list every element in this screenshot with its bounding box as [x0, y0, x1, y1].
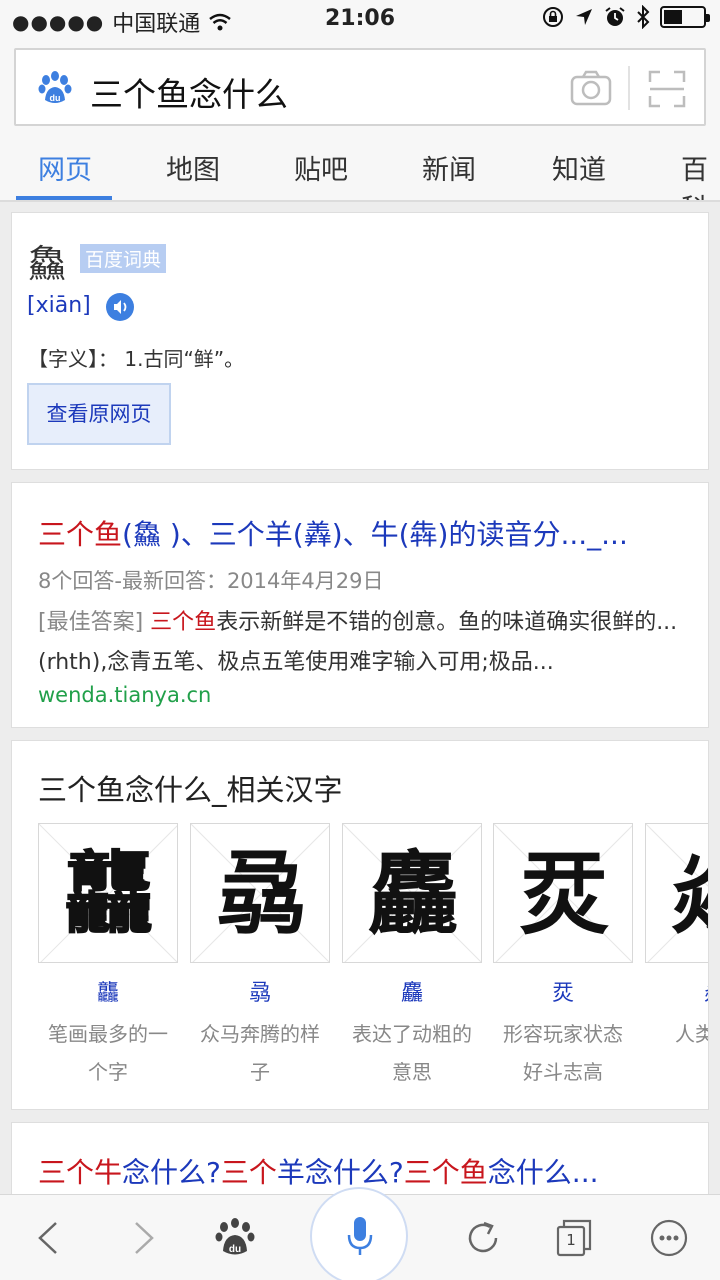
- character-image[interactable]: 麤: [342, 823, 482, 963]
- character-link[interactable]: 焱: [645, 975, 708, 1007]
- related-character-item[interactable]: 龘龘笔画最多的一个字: [38, 823, 178, 1091]
- character-link[interactable]: 骉: [190, 975, 330, 1007]
- character-description: 表达了动粗的意思: [352, 1022, 472, 1084]
- related-title: 三个鱼念什么_相关汉字: [38, 773, 343, 807]
- character-image[interactable]: 焱: [645, 823, 708, 963]
- back-icon[interactable]: [26, 1215, 72, 1261]
- result-title-link[interactable]: 三个鱼(鱻 )、三个羊(羴)、牛(犇)的读音分..._...: [38, 513, 688, 553]
- character-description: 形容玩家状态好斗志高: [503, 1022, 623, 1084]
- related-character-item[interactable]: 烎烎形容玩家状态好斗志高: [493, 823, 633, 1091]
- character-description: 笔画最多的一个字: [48, 1022, 168, 1084]
- bottom-toolbar: du 1: [0, 1187, 720, 1280]
- character-glyph: 焱: [646, 824, 708, 962]
- dict-source-tag[interactable]: 百度词典: [80, 244, 167, 273]
- search-divider: [628, 66, 630, 110]
- tab-baike[interactable]: 百科: [681, 148, 720, 200]
- camera-icon[interactable]: [570, 70, 612, 106]
- svg-text:du: du: [229, 1244, 241, 1255]
- dict-meaning: 【字义】： 1.古同“鲜”。: [28, 347, 245, 371]
- home-icon[interactable]: du: [212, 1215, 258, 1261]
- location-icon: [576, 9, 592, 25]
- search-box[interactable]: du 三个鱼念什么: [14, 48, 706, 126]
- tab-web[interactable]: 网页: [38, 148, 92, 187]
- related-character-item[interactable]: 焱焱人类火之: [645, 823, 708, 1053]
- character-image[interactable]: 骉: [190, 823, 330, 963]
- battery-icon: [660, 6, 710, 28]
- title-segment: 三个牛: [38, 1156, 123, 1189]
- dict-character: 鱻: [28, 242, 67, 286]
- character-description: 人类火之: [675, 1022, 708, 1046]
- result-snippet: [最佳答案] 三个鱼表示新鲜是不错的创意。鱼的味道确实很鲜的...(rhth),…: [38, 610, 678, 675]
- speaker-icon[interactable]: [106, 293, 134, 321]
- character-glyph: 骉: [216, 841, 306, 947]
- forward-icon[interactable]: [120, 1215, 166, 1261]
- character-description: 众马奔腾的样子: [200, 1022, 320, 1084]
- character-link[interactable]: 龘: [38, 975, 178, 1007]
- title-segment: 念什么?: [122, 1156, 221, 1189]
- alarm-icon: [605, 7, 625, 26]
- result-title-link[interactable]: 三个牛念什么?三个羊念什么?三个鱼念什么...: [38, 1151, 688, 1191]
- character-link[interactable]: 烎: [493, 975, 633, 1007]
- related-characters-card: 三个鱼念什么_相关汉字 龘龘笔画最多的一个字骉骉众马奔腾的样子麤麤表达了动粗的意…: [11, 740, 709, 1110]
- title-segment: 羊念什么?: [276, 1156, 404, 1189]
- scan-icon[interactable]: [648, 70, 686, 108]
- character-glyph: 烎: [519, 841, 609, 947]
- dictionary-card: 鱻 百度词典 [xiān] 【字义】： 1.古同“鲜”。 查看原网页: [11, 212, 709, 470]
- result-url: wenda.tianya.cn: [38, 683, 212, 707]
- mic-icon: [347, 1217, 373, 1255]
- character-image[interactable]: 烎: [493, 823, 633, 963]
- related-character-item[interactable]: 骉骉众马奔腾的样子: [190, 823, 330, 1091]
- tab-tieba[interactable]: 贴吧: [294, 148, 348, 187]
- title-segment: 念什么...: [487, 1156, 599, 1189]
- view-original-button[interactable]: 查看原网页: [27, 383, 171, 445]
- active-tab-indicator: [16, 196, 112, 200]
- search-result-card: 三个鱼(鱻 )、三个羊(羴)、牛(犇)的读音分..._... 8个回答-最新回答…: [11, 482, 709, 728]
- title-segment: 三个: [220, 1156, 277, 1189]
- category-tabs: 网页 地图 贴吧 新闻 知道 百科: [0, 134, 720, 202]
- character-glyph: 麤: [368, 841, 458, 947]
- character-image[interactable]: 龘: [38, 823, 178, 963]
- title-segment: 三个鱼: [403, 1156, 488, 1189]
- character-glyph: 龘: [64, 841, 154, 947]
- voice-search-button[interactable]: [310, 1187, 408, 1280]
- tab-news[interactable]: 新闻: [422, 148, 476, 187]
- result-meta: 8个回答-最新回答：2014年4月29日: [38, 569, 384, 593]
- related-character-item[interactable]: 麤麤表达了动粗的意思: [342, 823, 482, 1091]
- tab-zhidao[interactable]: 知道: [552, 148, 606, 187]
- search-input[interactable]: 三个鱼念什么: [90, 68, 288, 116]
- bluetooth-icon: [637, 5, 650, 29]
- lock-rotation-icon: [543, 7, 563, 27]
- dict-pinyin: [xiān]: [27, 293, 91, 318]
- baidu-paw-icon: du: [38, 71, 72, 103]
- tabs-button[interactable]: 1: [552, 1215, 598, 1261]
- search-header: du 三个鱼念什么: [0, 38, 720, 134]
- tab-count: 1: [566, 1231, 576, 1249]
- tab-map[interactable]: 地图: [166, 148, 220, 187]
- refresh-icon[interactable]: [460, 1215, 506, 1261]
- character-link[interactable]: 麤: [342, 975, 482, 1007]
- svg-text:du: du: [50, 93, 61, 103]
- status-bar: ●●●●● 中国联通 21:06: [0, 0, 720, 38]
- more-icon[interactable]: [646, 1215, 692, 1261]
